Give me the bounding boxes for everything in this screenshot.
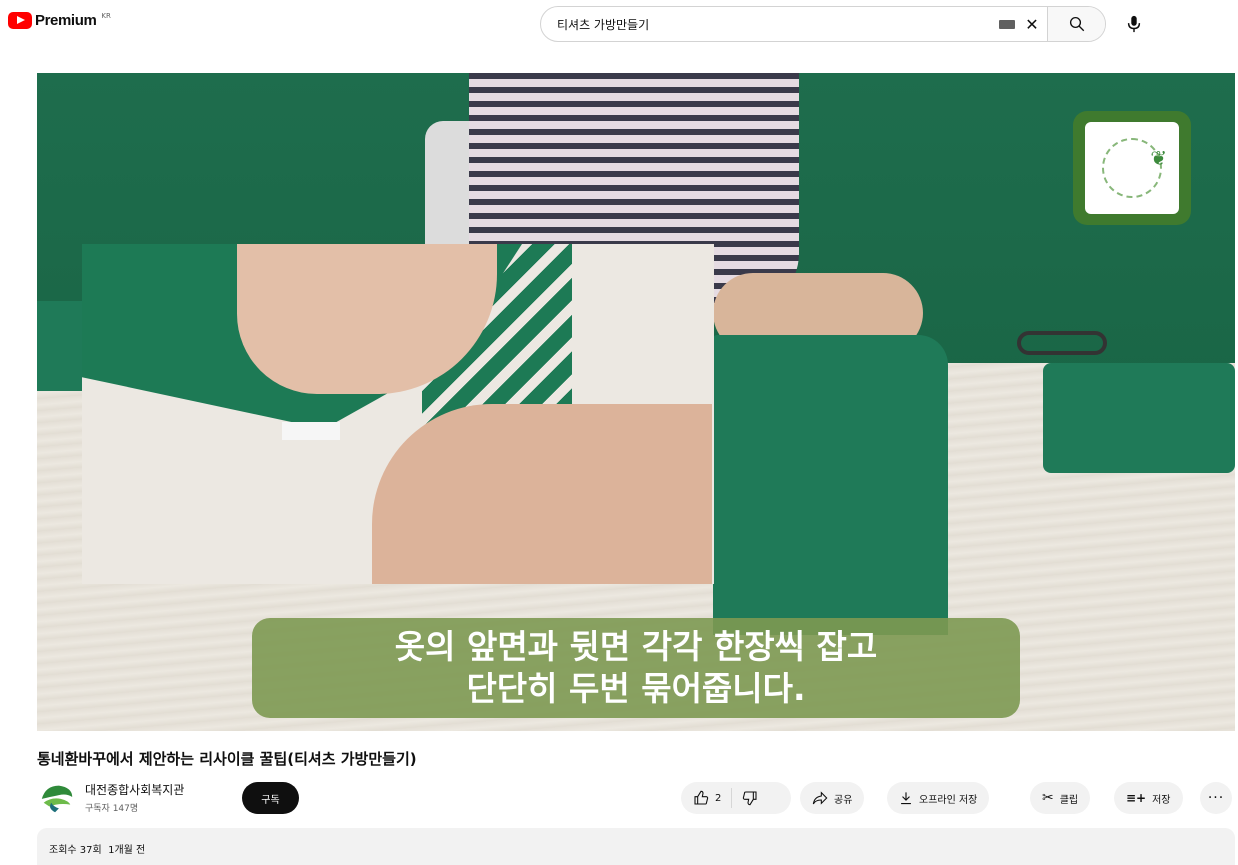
video-frame-cloth (37, 301, 87, 391)
inset-hand (372, 404, 712, 584)
video-caption: 옷의 앞면과 뒷면 각각 한장씩 잡고 단단히 두번 묶어줍니다. (252, 618, 1020, 718)
video-inset-closeup (82, 244, 714, 584)
video-frame-scissors (1017, 331, 1107, 355)
clip-button[interactable]: ✂ 클립 (1030, 782, 1091, 814)
playlist-add-icon: ≡+ (1126, 791, 1147, 805)
video-owner: 대전종합사회복지관 구독자 147명 (37, 777, 184, 817)
logo-text: Premium (35, 12, 97, 29)
mic-icon (1127, 15, 1141, 33)
view-count: 조회수 37회 (49, 845, 102, 856)
masthead: Premium KR ✕ (0, 0, 1238, 48)
youtube-logo[interactable]: Premium KR (8, 12, 111, 29)
download-button[interactable]: 오프라인 저장 (887, 782, 990, 814)
clip-label: 클립 (1059, 794, 1079, 806)
video-frame-cloth (713, 335, 948, 635)
caption-line-1: 옷의 앞면과 뒷면 각각 한장씩 잡고 (394, 627, 878, 666)
upload-date: 1개월 전 (108, 845, 146, 856)
search-box: ✕ (540, 6, 1106, 42)
like-dislike-bar: 2 (681, 782, 791, 814)
channel-info: 대전종합사회복지관 구독자 147명 (85, 781, 184, 814)
leaf-icon: ❦ (1150, 146, 1167, 170)
share-button[interactable]: 공유 (800, 782, 865, 814)
scissors-icon: ✂ (1042, 790, 1054, 806)
channel-watermark: ❦ (1073, 111, 1191, 225)
share-label: 공유 (834, 794, 853, 806)
search-button[interactable] (1047, 7, 1105, 41)
download-icon (901, 792, 911, 805)
description-box[interactable]: 조회수 37회 1개월 전 (37, 828, 1235, 865)
like-button[interactable]: 2 (681, 788, 733, 808)
youtube-logo-icon (8, 12, 32, 29)
logo-badge: KR (101, 11, 111, 20)
video-player[interactable]: ❦ 옷의 앞면과 뒷면 각각 한장씩 잡고 단단히 두번 묶어줍니다. (37, 73, 1235, 731)
more-actions-button[interactable]: ··· (1200, 782, 1232, 814)
clear-icon[interactable]: ✕ (1017, 7, 1047, 41)
save-label: 저장 (1152, 794, 1171, 806)
caption-line-2: 단단히 두번 묶어줍니다. (466, 669, 806, 708)
more-icon: ··· (1207, 790, 1225, 806)
video-title: 통네환바꾸에서 제안하는 리사이클 꿀팁(티셔츠 가방만들기) (37, 750, 417, 768)
channel-logo-icon (41, 785, 73, 813)
subscribe-button[interactable]: 구독 (242, 782, 299, 814)
inset-tag (282, 422, 340, 440)
view-count-date: 조회수 37회 1개월 전 (49, 841, 145, 856)
voice-search-button[interactable] (1116, 6, 1152, 42)
save-button[interactable]: ≡+ 저장 (1114, 782, 1183, 814)
thumbs-up-icon (694, 790, 709, 805)
video-frame-cloth (1043, 363, 1235, 473)
subscriber-count: 구독자 147명 (85, 803, 139, 814)
search-input[interactable] (541, 7, 997, 41)
like-count: 2 (715, 792, 722, 804)
thumbs-down-icon (743, 791, 757, 806)
keyboard-icon[interactable] (997, 7, 1017, 41)
channel-avatar[interactable] (37, 777, 77, 817)
dislike-button[interactable] (732, 790, 758, 806)
download-label: 오프라인 저장 (919, 794, 978, 806)
channel-name[interactable]: 대전종합사회복지관 (85, 781, 184, 798)
watermark-logo: ❦ (1085, 122, 1179, 214)
share-icon (812, 791, 828, 805)
search-icon (1069, 16, 1084, 32)
